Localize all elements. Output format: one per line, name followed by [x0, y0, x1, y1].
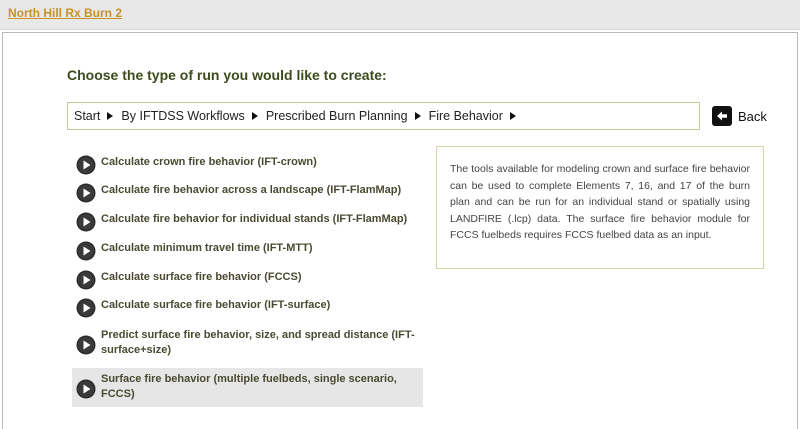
play-circle-icon	[76, 298, 96, 318]
breadcrumb-iftdss-workflows[interactable]: By IFTDSS Workflows	[121, 109, 244, 123]
play-circle-icon	[76, 241, 96, 261]
option-label: Calculate fire behavior across a landsca…	[101, 184, 402, 196]
option-multiple-fuelbeds[interactable]: Surface fire behavior (multiple fuelbeds…	[72, 368, 423, 407]
info-text: The tools available for modeling crown a…	[450, 163, 750, 241]
option-mtt[interactable]: Calculate minimum travel time (IFT-MTT)	[72, 237, 423, 265]
option-surface-fccs[interactable]: Calculate surface fire behavior (FCCS)	[72, 266, 423, 294]
option-crown-fire[interactable]: Calculate crown fire behavior (IFT-crown…	[72, 151, 423, 179]
back-label: Back	[738, 108, 767, 124]
option-surface-ift[interactable]: Calculate surface fire behavior (IFT-sur…	[72, 294, 423, 322]
play-circle-icon	[76, 183, 96, 203]
option-surface-size[interactable]: Predict surface fire behavior, size, and…	[72, 324, 423, 362]
play-circle-icon	[76, 270, 96, 290]
breadcrumb: Start By IFTDSS Workflows Prescribed Bur…	[67, 102, 700, 130]
play-circle-icon	[76, 155, 96, 175]
back-button[interactable]: Back	[712, 106, 767, 126]
triangle-right-icon	[509, 112, 516, 120]
triangle-right-icon	[251, 112, 258, 120]
breadcrumb-fire-behavior[interactable]: Fire Behavior	[429, 109, 503, 123]
triangle-right-icon	[414, 112, 421, 120]
top-bar: North Hill Rx Burn 2	[0, 0, 800, 30]
project-link[interactable]: North Hill Rx Burn 2	[8, 6, 122, 20]
option-label: Calculate crown fire behavior (IFT-crown…	[101, 156, 317, 168]
info-description: The tools available for modeling crown a…	[436, 146, 764, 269]
option-label: Predict surface fire behavior, size, and…	[101, 329, 415, 356]
breadcrumb-start[interactable]: Start	[74, 109, 100, 123]
play-circle-icon	[76, 335, 96, 355]
option-stands-flammap[interactable]: Calculate fire behavior for individual s…	[72, 208, 423, 236]
triangle-right-icon	[107, 112, 114, 120]
option-label: Calculate surface fire behavior (IFT-sur…	[101, 299, 331, 311]
option-label: Calculate surface fire behavior (FCCS)	[101, 271, 302, 283]
back-arrow-icon	[712, 106, 732, 126]
option-landscape-flammap[interactable]: Calculate fire behavior across a landsca…	[72, 179, 423, 207]
play-circle-icon	[76, 379, 96, 399]
breadcrumb-prescribed-burn-planning[interactable]: Prescribed Burn Planning	[266, 109, 408, 123]
play-circle-icon	[76, 212, 96, 232]
option-label: Calculate minimum travel time (IFT-MTT)	[101, 242, 313, 254]
page-title: Choose the type of run you would like to…	[67, 67, 387, 83]
option-label: Calculate fire behavior for individual s…	[101, 213, 408, 225]
option-label: Surface fire behavior (multiple fuelbeds…	[101, 373, 397, 400]
